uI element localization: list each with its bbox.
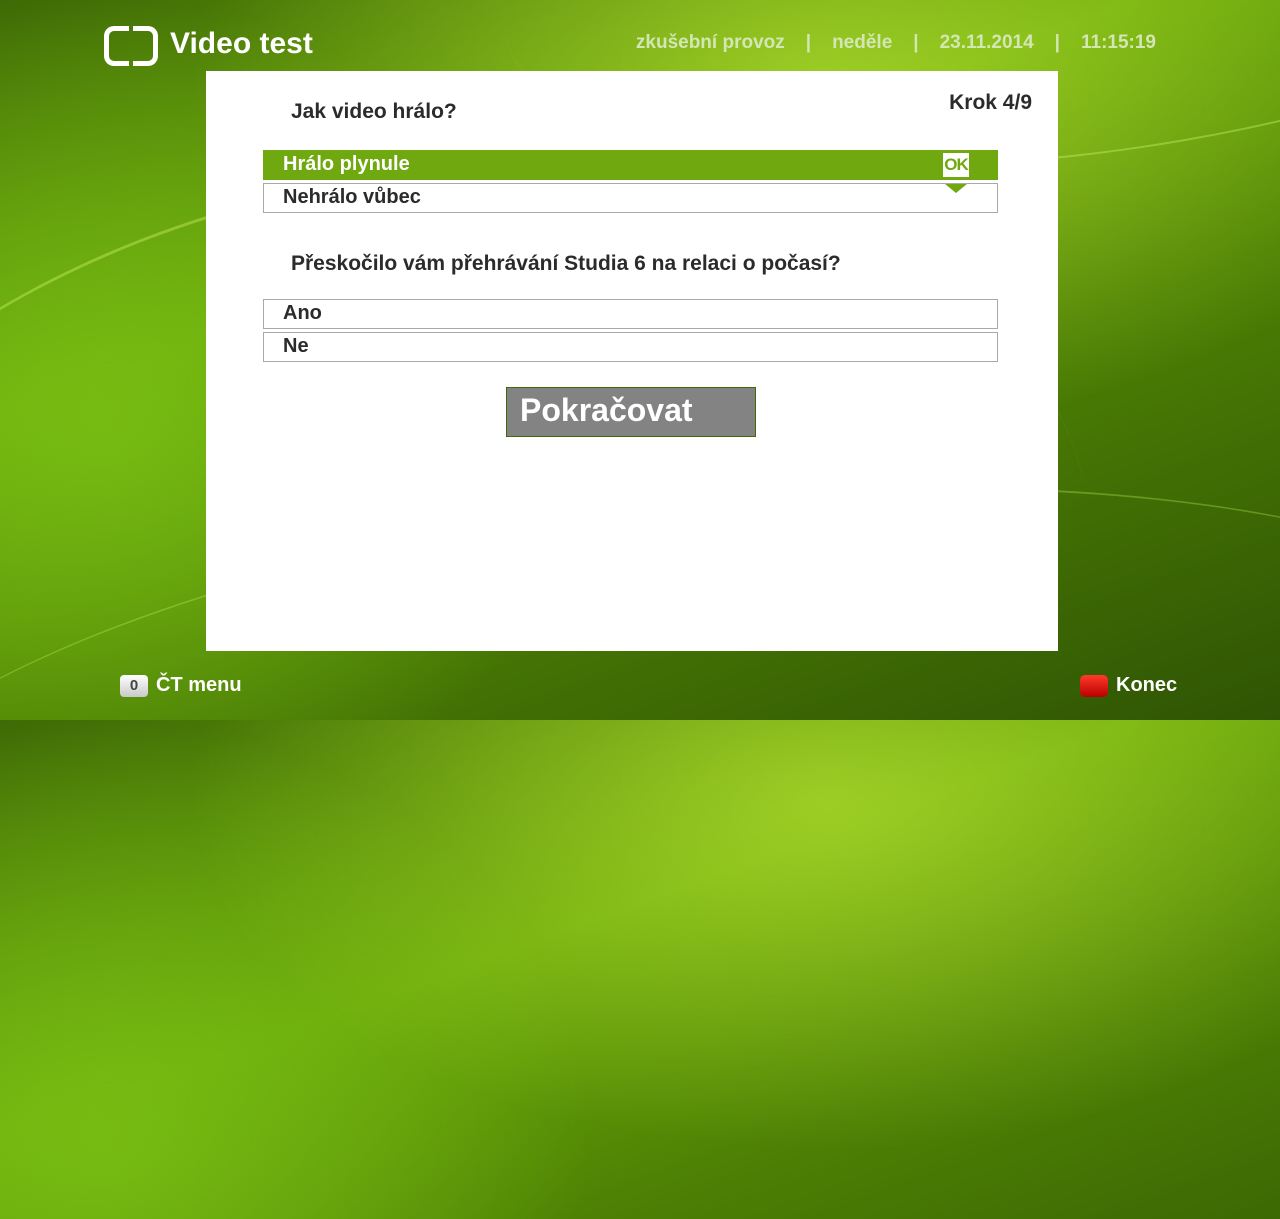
status-separator: | — [1054, 32, 1060, 53]
app-title: Video test — [170, 27, 313, 60]
status-bar: zkušební provoz | neděle | 23.11.2014 | … — [636, 32, 1156, 54]
option-label: Nehrálo vůbec — [283, 186, 421, 208]
status-separator: | — [805, 32, 812, 53]
ct-menu-label: ČT menu — [156, 674, 242, 696]
status-date: 23.11.2014 — [939, 32, 1034, 53]
option-no[interactable]: Ne — [263, 332, 998, 362]
key-zero-icon: 0 — [120, 674, 148, 697]
question-video-playback: Jak video hrálo? — [291, 100, 457, 123]
option-label: Hrálo plynule — [283, 153, 410, 175]
status-day: neděle — [832, 32, 893, 53]
triangle-down-icon — [945, 184, 967, 193]
status-mode: zkušební provoz — [635, 32, 785, 53]
survey-panel: Krok 4/9 Jak video hrálo? Hrálo plynule … — [206, 71, 1058, 651]
step-indicator: Krok 4/9 — [949, 91, 1032, 114]
option-played-smoothly[interactable]: Hrálo plynule OK — [263, 150, 998, 180]
status-time: 11:15:19 — [1080, 32, 1156, 53]
option-label: Ano — [283, 302, 322, 324]
ok-badge: OK — [943, 153, 969, 177]
ct-menu-button[interactable]: 0 ČT menu — [120, 674, 242, 697]
app-logo: Video test — [104, 26, 313, 66]
status-separator: | — [913, 32, 919, 53]
exit-label: Konec — [1116, 674, 1178, 696]
option-did-not-play[interactable]: Nehrálo vůbec — [263, 183, 998, 213]
red-button-icon — [1080, 674, 1108, 697]
option-yes[interactable]: Ano — [263, 299, 998, 329]
option-label: Ne — [283, 335, 309, 357]
continue-button[interactable]: Pokračovat — [506, 387, 756, 437]
question-skip-playback: Přeskočilo vám přehrávání Studia 6 na re… — [291, 252, 841, 275]
exit-button[interactable]: Konec — [1080, 674, 1177, 697]
ct-logo-icon — [104, 26, 158, 66]
